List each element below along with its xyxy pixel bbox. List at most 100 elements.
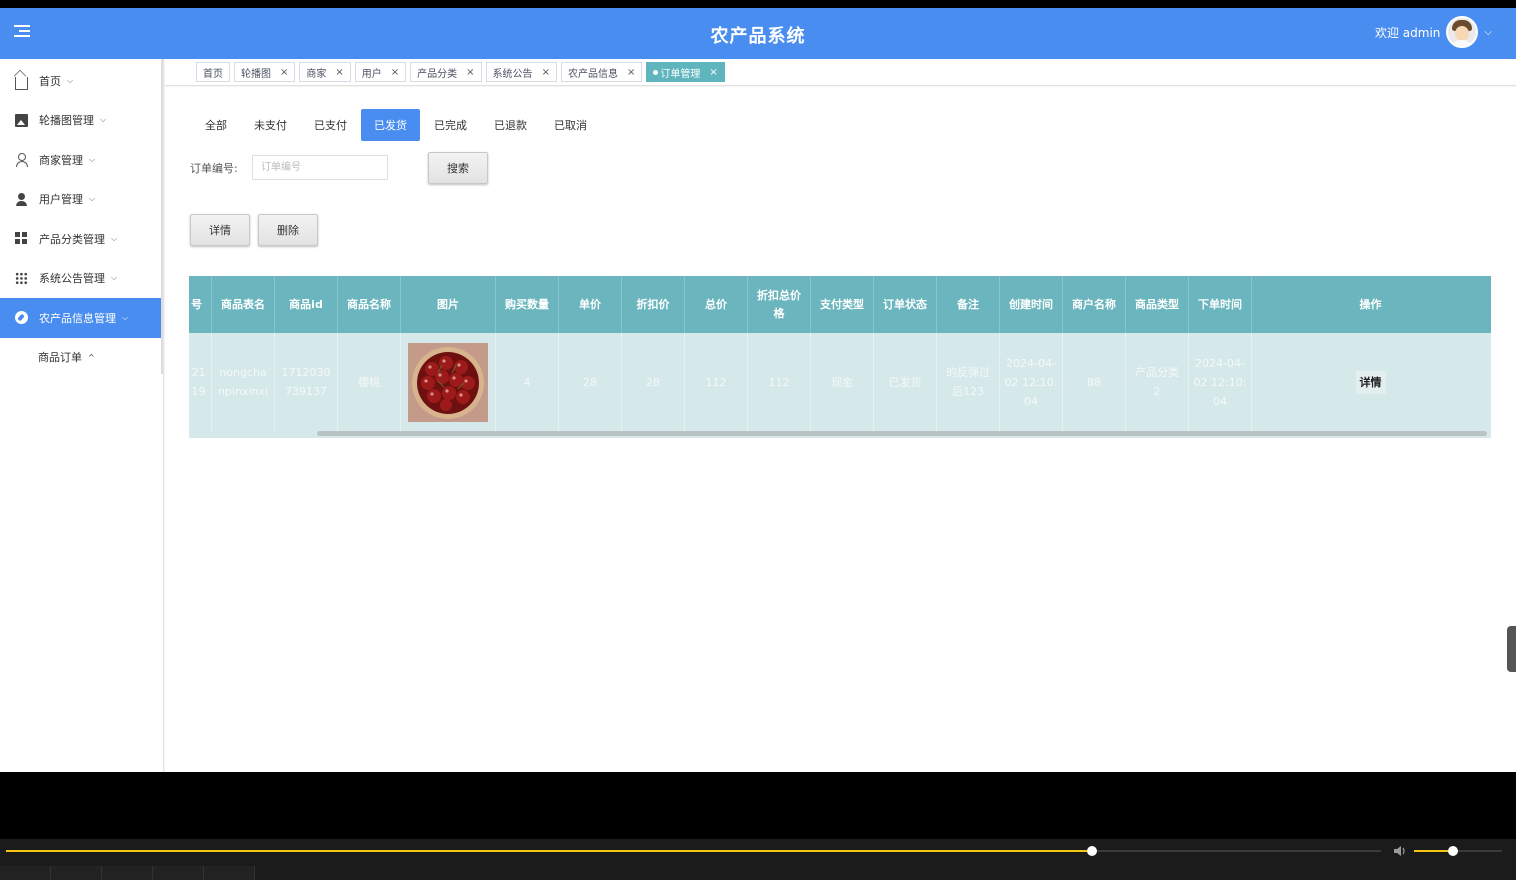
sidebar-scrollbar[interactable]: [161, 59, 163, 374]
table-cell: 112: [685, 333, 748, 431]
tags-view-bar: 首页 轮播图 × 商家 × 用户 × 产品分类 × 系统公告 × 农产品信息 × 订单管理 ×: [165, 59, 1516, 86]
tag-categories[interactable]: 产品分类 ×: [410, 62, 482, 82]
tag-carousel[interactable]: 轮播图 ×: [234, 62, 296, 82]
column-header: 商品名称: [338, 276, 401, 333]
sidebar-item-announcements[interactable]: 系统公告管理 ⌵: [0, 259, 163, 299]
tab-completed[interactable]: 已完成: [421, 109, 480, 141]
tag-home[interactable]: 首页: [196, 62, 230, 82]
compass-icon: [15, 311, 28, 325]
volume-handle[interactable]: [1447, 846, 1458, 856]
column-header: 商品类型: [1126, 276, 1189, 333]
sidebar-item-label: 系统公告管理: [39, 272, 105, 286]
active-dot-icon: [653, 69, 659, 75]
detail-button[interactable]: 详情: [190, 214, 250, 246]
order-number-label: 订单编号:: [190, 162, 238, 175]
table-header: 号 商品表名 商品id 商品名称 图片 购买数量 单价 折扣价 总价 折扣总价格…: [189, 276, 1491, 333]
tag-merchants[interactable]: 商家 ×: [299, 62, 351, 82]
user-menu[interactable]: 欢迎 admin ⌵: [1375, 15, 1492, 49]
tag-product-info[interactable]: 农产品信息 ×: [560, 62, 643, 82]
search-button[interactable]: 搜索: [428, 152, 488, 184]
table-cell-image: [401, 333, 496, 431]
column-header: 商品表名: [212, 276, 275, 333]
orders-table: 号 商品表名 商品id 商品名称 图片 购买数量 单价 折扣价 总价 折扣总价格…: [189, 276, 1491, 438]
column-header: 折扣总价格: [748, 276, 811, 333]
apps-icon: [15, 271, 28, 285]
table-row[interactable]: 21 19 nongcha npinxinxi 1712030 739137 樱…: [189, 333, 1491, 431]
chevron-down-icon: ⌵: [111, 273, 118, 283]
sidebar-subitem-label: 商品订单: [38, 351, 82, 364]
product-image[interactable]: [408, 342, 488, 422]
player-control-button[interactable]: [102, 866, 153, 880]
table-cell: 28: [622, 333, 685, 431]
sidebar-item-home[interactable]: 首页 ⌵: [0, 61, 163, 101]
player-control-button[interactable]: [51, 866, 102, 880]
table-cell: 88: [1063, 333, 1126, 431]
volume-icon[interactable]: [1392, 843, 1408, 859]
tab-shipped[interactable]: 已发货: [361, 109, 420, 141]
close-icon[interactable]: ×: [542, 67, 550, 78]
sidebar-item-carousel[interactable]: 轮播图管理 ⌵: [0, 101, 163, 141]
sidebar-subitem-orders[interactable]: 商品订单 ^: [0, 338, 163, 377]
tab-all[interactable]: 全部: [192, 109, 240, 141]
tab-cancelled[interactable]: 已取消: [541, 109, 600, 141]
column-header: 订单状态: [874, 276, 937, 333]
avatar[interactable]: [1446, 16, 1479, 48]
column-header: 单价: [559, 276, 622, 333]
table-cell: 2024-04- 02 12:10: 04: [1189, 333, 1252, 431]
progress-slider[interactable]: [6, 846, 1381, 856]
sidebar-item-label: 商家管理: [39, 153, 83, 167]
tab-paid[interactable]: 已支付: [301, 109, 360, 141]
table-cell: nongcha npinxinxi: [212, 333, 275, 431]
volume-fill: [1414, 850, 1453, 852]
column-header: 图片: [401, 276, 496, 333]
grid-icon: [15, 232, 28, 246]
main-content: 全部 未支付 已支付 已发货 已完成 已退款 已取消 订单编号: 订单编号 搜索…: [165, 87, 1516, 772]
column-header: 购买数量: [496, 276, 559, 333]
close-icon[interactable]: ×: [709, 67, 717, 78]
table-cell: 4: [496, 333, 559, 431]
sidebar-item-label: 轮播图管理: [39, 114, 94, 128]
tab-refunded[interactable]: 已退款: [481, 109, 540, 141]
column-header: 折扣价: [622, 276, 685, 333]
sidebar-item-merchants[interactable]: 商家管理 ⌵: [0, 140, 163, 180]
column-header: 商品id: [275, 276, 338, 333]
table-horizontal-scrollbar[interactable]: [317, 431, 1487, 436]
system-title: 农产品系统: [710, 26, 806, 47]
table-cell: 21 19: [189, 333, 212, 431]
tag-orders[interactable]: 订单管理 ×: [646, 62, 725, 82]
chevron-down-icon: ⌵: [122, 312, 129, 322]
close-icon[interactable]: ×: [627, 67, 635, 78]
volume-slider[interactable]: [1414, 846, 1502, 856]
tag-users[interactable]: 用户 ×: [354, 62, 407, 82]
welcome-text: 欢迎 admin: [1374, 25, 1441, 40]
tab-unpaid[interactable]: 未支付: [241, 109, 300, 141]
column-header: 支付类型: [811, 276, 874, 333]
sidebar-item-users[interactable]: 用户管理 ⌵: [0, 180, 163, 220]
delete-button[interactable]: 删除: [258, 214, 318, 246]
table-cell: 现金: [811, 333, 874, 431]
table-cell: 产品分类 2: [1126, 333, 1189, 431]
player-control-button[interactable]: [204, 866, 255, 880]
column-header: 总价: [685, 276, 748, 333]
close-icon[interactable]: ×: [335, 67, 343, 78]
side-drawer-handle[interactable]: [1507, 626, 1516, 672]
order-number-input[interactable]: 订单编号: [252, 155, 388, 180]
close-icon[interactable]: ×: [280, 67, 288, 78]
chevron-up-icon: ^: [88, 352, 95, 362]
progress-handle[interactable]: [1087, 846, 1098, 856]
sidebar-item-categories[interactable]: 产品分类管理 ⌵: [0, 219, 163, 259]
player-control-button[interactable]: [153, 866, 204, 880]
row-detail-button[interactable]: 详情: [1355, 370, 1386, 394]
table-cell: 的反弹过 后123: [937, 333, 1000, 431]
sidebar-item-label: 农产品信息管理: [39, 311, 116, 325]
close-icon[interactable]: ×: [391, 67, 399, 78]
tag-announcements[interactable]: 系统公告 ×: [485, 62, 557, 82]
player-control-button[interactable]: [0, 866, 51, 880]
sidebar-item-products[interactable]: 农产品信息管理 ⌵: [0, 298, 163, 338]
table-cell: 28: [559, 333, 622, 431]
sidebar: 首页 ⌵ 轮播图管理 ⌵ 商家管理 ⌵ 用户管理 ⌵ 产品分类管理 ⌵ 系统公告…: [0, 59, 164, 772]
chevron-down-icon[interactable]: ⌵: [1484, 27, 1492, 38]
close-icon[interactable]: ×: [466, 67, 474, 78]
chevron-down-icon: ⌵: [100, 115, 107, 125]
chevron-down-icon: ⌵: [111, 233, 118, 243]
